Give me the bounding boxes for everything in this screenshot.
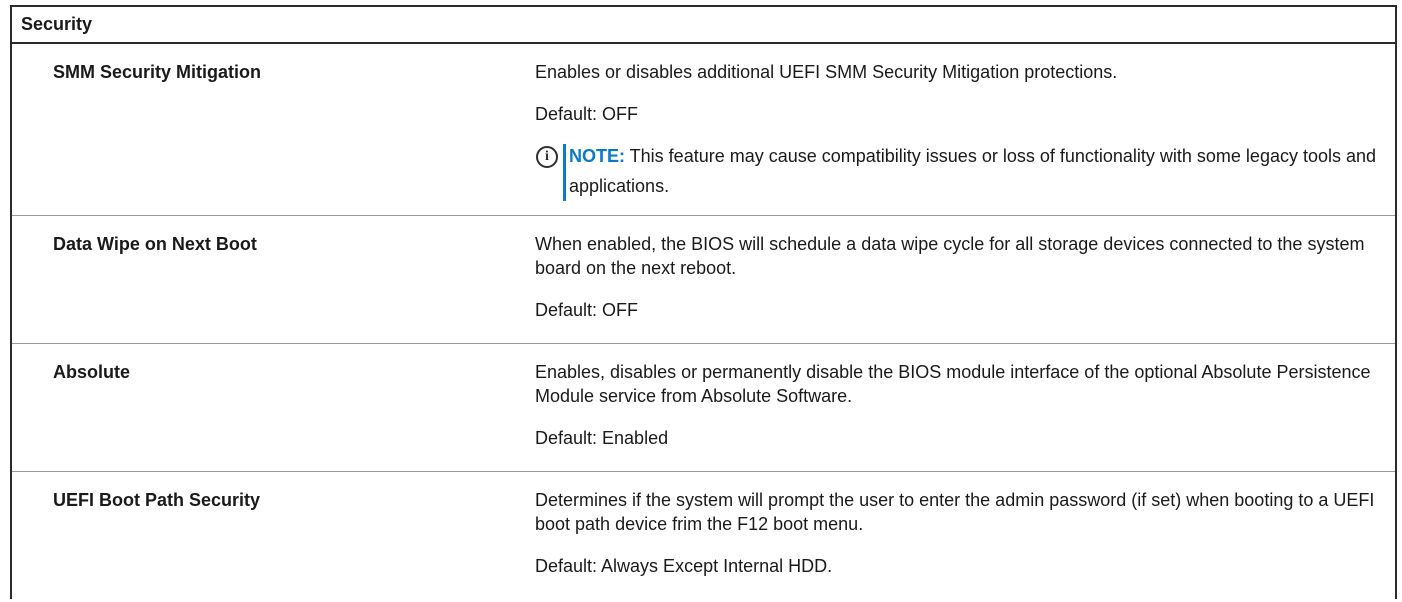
row-label: Absolute xyxy=(53,362,131,382)
note-callout: i NOTE: This feature may cause compatibi… xyxy=(535,144,1379,201)
row-description-cell: Enables, disables or permanently disable… xyxy=(492,344,1395,471)
row-default: Default: OFF xyxy=(535,104,639,124)
row-default: Default: Always Except Internal HDD. xyxy=(535,556,833,576)
row-description: When enabled, the BIOS will schedule a d… xyxy=(535,234,1365,278)
note-label: NOTE: xyxy=(569,146,625,166)
note-accent-bar xyxy=(563,144,566,201)
table-row-uefi-boot-path: UEFI Boot Path Security Determines if th… xyxy=(12,472,1395,602)
note-body: This feature may cause compatibility iss… xyxy=(569,146,1377,196)
row-label: UEFI Boot Path Security xyxy=(53,490,261,510)
note-text: NOTE: This feature may cause compatibili… xyxy=(569,141,1379,201)
row-description-cell: When enabled, the BIOS will schedule a d… xyxy=(492,216,1395,343)
row-label: Data Wipe on Next Boot xyxy=(53,234,257,254)
table-row-smm-security-mitigation: SMM Security Mitigation Enables or disab… xyxy=(12,44,1395,216)
security-table: Security SMM Security Mitigation Enables… xyxy=(10,5,1397,599)
row-default: Default: OFF xyxy=(535,300,639,320)
row-description: Enables, disables or permanently disable… xyxy=(535,362,1371,406)
row-description: Determines if the system will prompt the… xyxy=(535,490,1375,534)
row-description: Enables or disables additional UEFI SMM … xyxy=(535,62,1118,82)
table-row-absolute: Absolute Enables, disables or permanentl… xyxy=(12,344,1395,472)
row-description-cell: Enables or disables additional UEFI SMM … xyxy=(492,44,1395,215)
row-description-cell: Determines if the system will prompt the… xyxy=(492,472,1395,602)
table-header: Security xyxy=(12,7,1395,44)
info-icon: i xyxy=(536,146,558,168)
row-default: Default: Enabled xyxy=(535,428,669,448)
row-label: SMM Security Mitigation xyxy=(53,62,262,82)
table-row-data-wipe: Data Wipe on Next Boot When enabled, the… xyxy=(12,216,1395,344)
